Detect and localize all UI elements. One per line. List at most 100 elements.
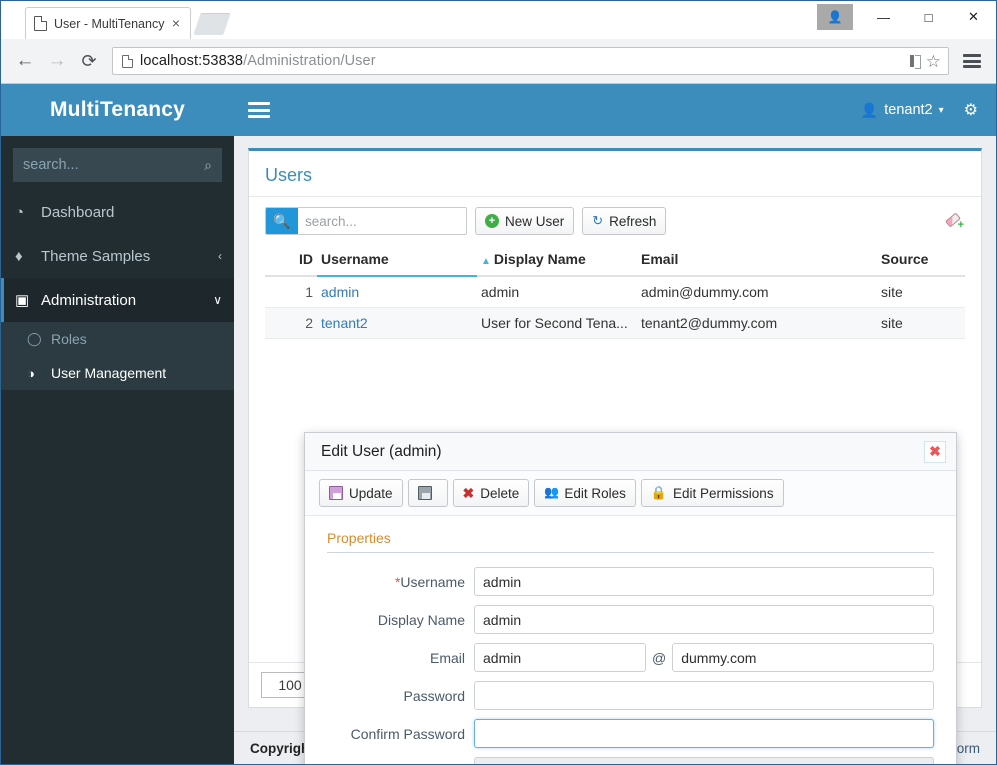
column-header-id[interactable]: ID xyxy=(265,245,317,276)
maximize-button[interactable]: □ xyxy=(906,2,951,32)
column-header-display-name[interactable]: ▲Display Name xyxy=(477,245,637,276)
url-text: localhost:53838/Administration/User xyxy=(140,53,376,69)
table-row[interactable]: 2 tenant2 User for Second Tena... tenant… xyxy=(265,308,965,339)
bookmark-star-icon[interactable]: ☆ xyxy=(926,53,941,70)
close-dialog-icon[interactable]: ✖ xyxy=(924,441,946,463)
new-user-label: New User xyxy=(505,214,564,229)
url-path: /Administration/User xyxy=(243,53,376,69)
column-header-email[interactable]: Email xyxy=(637,245,877,276)
page-viewport: MultiTenancy search... ⌕ ◔ Dashboard ♦ T… xyxy=(1,84,996,764)
delete-button[interactable]: ✖ Delete xyxy=(453,479,530,507)
users-grid: ID Username ▲Display Name Email Source 1 xyxy=(265,245,965,339)
quick-search[interactable]: 🔍 search... xyxy=(265,207,467,235)
sidebar-item-label: Theme Samples xyxy=(41,248,218,265)
field-row-source: Source site xyxy=(327,757,934,764)
password-label: Password xyxy=(327,688,474,704)
close-tab-icon[interactable]: × xyxy=(168,16,184,32)
browser-toolbar: ← → ⟳ localhost:53838/Administration/Use… xyxy=(1,39,996,84)
close-window-button[interactable]: ✕ xyxy=(951,2,996,32)
dialog-header[interactable]: Edit User (admin) ✖ xyxy=(305,433,956,471)
back-icon[interactable]: ← xyxy=(9,45,41,77)
reload-icon[interactable]: ⟳ xyxy=(73,45,105,77)
diamond-icon: ♦ xyxy=(15,248,41,265)
grid-toolbar: 🔍 search... + New User ↻ Refresh xyxy=(249,196,981,245)
roles-icon: 👥 xyxy=(544,486,558,500)
email-user-field[interactable]: admin xyxy=(474,643,646,672)
table-row[interactable]: 1 admin admin admin@dummy.com site xyxy=(265,276,965,308)
settings-gear-icon[interactable]: ⚙ xyxy=(954,100,996,120)
update-button[interactable]: Update xyxy=(319,479,403,507)
url-host: localhost:53838 xyxy=(140,53,243,69)
dialog-toolbar: Update ✖ Delete 👥 Edit Roles 🔒 Edit Perm… xyxy=(305,471,956,516)
sidebar-item-user-management[interactable]: ◑ User Management xyxy=(1,356,234,390)
profile-icon[interactable]: 👤 xyxy=(817,4,853,30)
edit-roles-button[interactable]: 👥 Edit Roles xyxy=(534,479,636,507)
sidebar-toggle-icon[interactable] xyxy=(248,102,270,118)
refresh-label: Refresh xyxy=(609,214,656,229)
hamburger-icon xyxy=(963,54,981,68)
sidebar: MultiTenancy search... ⌕ ◔ Dashboard ♦ T… xyxy=(1,84,234,764)
search-input[interactable]: search... xyxy=(298,214,466,229)
sidebar-item-roles[interactable]: ◯ Roles xyxy=(1,322,234,356)
sidebar-menu: ◔ Dashboard ♦ Theme Samples ‹ ▣ Administ… xyxy=(1,190,234,390)
plus-circle-icon: + xyxy=(485,214,499,228)
username-link[interactable]: admin xyxy=(321,284,359,300)
field-row-email: Email admin @ dummy.com xyxy=(327,643,934,672)
sidebar-submenu-administration: ◯ Roles ◑ User Management xyxy=(1,322,234,390)
edit-permissions-label: Edit Permissions xyxy=(673,486,774,501)
page-favicon-icon xyxy=(34,16,47,31)
update-label: Update xyxy=(349,486,393,501)
edit-permissions-button[interactable]: 🔒 Edit Permissions xyxy=(641,479,784,507)
sidebar-search[interactable]: search... ⌕ xyxy=(13,148,222,182)
username-field[interactable]: admin xyxy=(474,567,934,596)
x-icon: ✖ xyxy=(463,486,475,500)
chevron-down-icon: ▾ xyxy=(939,105,944,116)
sidebar-subitem-label: User Management xyxy=(51,365,166,381)
column-header-username[interactable]: Username xyxy=(317,245,477,276)
brand-logo[interactable]: MultiTenancy xyxy=(1,84,234,136)
display-name-label: Display Name xyxy=(327,612,474,628)
sidebar-search-input[interactable]: search... xyxy=(23,157,204,173)
eraser-plus-icon[interactable]: + xyxy=(945,212,963,230)
field-row-confirm-password: Confirm Password xyxy=(327,719,934,748)
new-tab-button[interactable] xyxy=(193,13,230,35)
new-user-button[interactable]: + New User xyxy=(475,207,574,235)
cell-username[interactable]: tenant2 xyxy=(317,308,477,339)
email-label: Email xyxy=(327,650,474,666)
page-actions-icon[interactable] xyxy=(910,55,920,67)
password-field[interactable] xyxy=(474,681,934,710)
search-icon[interactable]: 🔍 xyxy=(266,208,298,234)
username-label: *Username xyxy=(327,574,474,590)
forward-icon[interactable]: → xyxy=(41,45,73,77)
email-domain-field[interactable]: dummy.com xyxy=(672,643,934,672)
browser-tab[interactable]: User - MultiTenancy × xyxy=(25,7,191,39)
search-icon[interactable]: ⌕ xyxy=(204,157,212,174)
refresh-icon: ↻ xyxy=(592,213,603,229)
lock-icon: ◯ xyxy=(27,331,51,347)
delete-label: Delete xyxy=(480,486,519,501)
save-and-new-button[interactable] xyxy=(408,479,448,507)
browser-menu-icon[interactable] xyxy=(956,45,988,77)
top-navbar: 👤 tenant2 ▾ ⚙ xyxy=(234,84,996,136)
lock-icon: 🔒 xyxy=(651,485,667,501)
address-bar[interactable]: localhost:53838/Administration/User ☆ xyxy=(112,47,949,75)
sidebar-item-label: Administration xyxy=(41,292,213,309)
user-avatar-icon: 👤 xyxy=(861,102,878,119)
properties-section-title: Properties xyxy=(327,530,934,553)
user-menu[interactable]: 👤 tenant2 ▾ xyxy=(861,102,954,119)
refresh-button[interactable]: ↻ Refresh xyxy=(582,207,666,235)
page-info-icon[interactable] xyxy=(122,55,133,68)
column-header-source[interactable]: Source xyxy=(877,245,965,276)
display-name-field[interactable]: admin xyxy=(474,605,934,634)
cell-username[interactable]: admin xyxy=(317,276,477,308)
sidebar-item-administration[interactable]: ▣ Administration ∨ xyxy=(1,278,234,322)
save-alt-icon xyxy=(418,486,432,500)
sidebar-item-theme-samples[interactable]: ♦ Theme Samples ‹ xyxy=(1,234,234,278)
minimize-button[interactable]: — xyxy=(861,2,906,32)
monitor-icon: ▣ xyxy=(15,291,41,309)
page-title: Users xyxy=(249,151,981,196)
sidebar-item-dashboard[interactable]: ◔ Dashboard xyxy=(1,190,234,234)
confirm-password-field[interactable] xyxy=(474,719,934,748)
save-icon xyxy=(329,486,343,500)
username-link[interactable]: tenant2 xyxy=(321,315,368,331)
